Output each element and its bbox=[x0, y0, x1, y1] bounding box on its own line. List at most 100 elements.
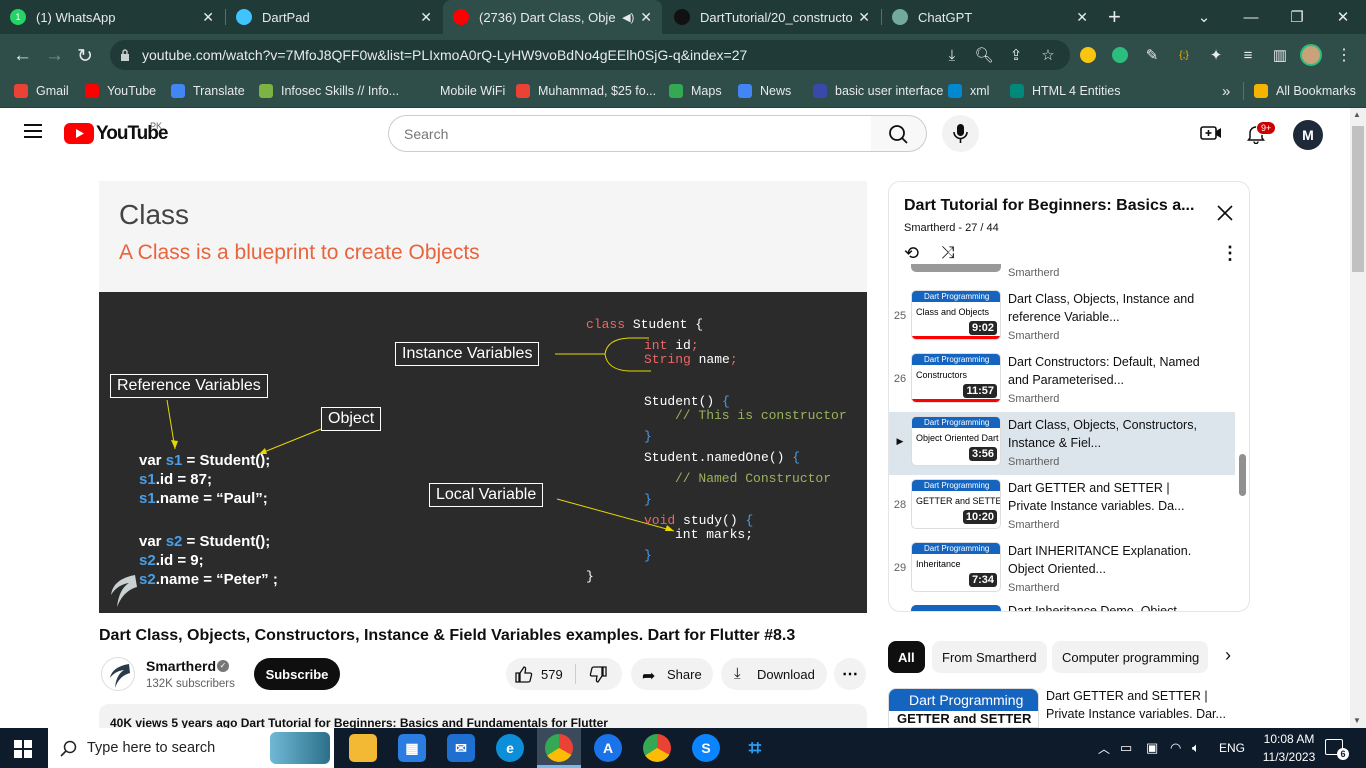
file-explorer-icon[interactable] bbox=[349, 734, 377, 762]
bookmark-item[interactable]: Translate bbox=[171, 82, 245, 100]
zoom-icon[interactable]: 🔍︎ bbox=[974, 45, 994, 65]
browser-tab[interactable]: DartPad ✕ bbox=[226, 0, 442, 34]
reload-icon[interactable]: ↻ bbox=[77, 45, 93, 68]
share-page-icon[interactable]: ⇪ bbox=[1006, 45, 1026, 65]
bookmark-item[interactable]: xml bbox=[948, 82, 989, 100]
channel-name[interactable]: Smartherd bbox=[146, 658, 216, 674]
playlist-item[interactable]: 25 Dart Programming Class and Objects 9:02 D… bbox=[889, 286, 1235, 349]
extension-bulb-icon[interactable] bbox=[1080, 47, 1096, 63]
microsoft-store-icon[interactable]: ▦ bbox=[398, 734, 426, 762]
new-tab-button[interactable]: + bbox=[1108, 5, 1121, 29]
create-video-icon[interactable] bbox=[1200, 124, 1222, 142]
filter-chip[interactable]: All bbox=[888, 641, 925, 673]
volume-icon[interactable]: 🔈︎ bbox=[1192, 740, 1200, 756]
tab-audio-icon[interactable]: ◀) bbox=[622, 11, 634, 24]
search-button[interactable] bbox=[871, 115, 927, 152]
tab-close-icon[interactable]: ✕ bbox=[640, 9, 652, 26]
forward-icon[interactable]: → bbox=[45, 45, 64, 67]
close-playlist-icon[interactable] bbox=[1216, 204, 1234, 222]
playlist-item-thumbnail[interactable]: Dart Programming Inheritance 7:34 bbox=[911, 542, 1001, 592]
browser-tab[interactable]: 1 (1) WhatsApp ✕ bbox=[0, 0, 224, 34]
page-scrollbar-thumb[interactable] bbox=[1352, 126, 1364, 272]
playlist-item[interactable]: 28 Dart Programming GETTER and SETTER 10:20… bbox=[889, 475, 1235, 538]
shuffle-icon[interactable]: ⤨ bbox=[941, 243, 955, 263]
extension-picker-icon[interactable]: ✎ bbox=[1142, 45, 1162, 65]
subscribe-button[interactable]: Subscribe bbox=[254, 658, 340, 690]
site-info-icon[interactable] bbox=[120, 48, 130, 61]
more-actions-icon[interactable]: ⋯ bbox=[834, 658, 866, 690]
clock-time[interactable]: 10:08 AM bbox=[1258, 732, 1320, 746]
hamburger-menu-icon[interactable] bbox=[24, 124, 42, 138]
voice-search-button[interactable] bbox=[942, 115, 979, 152]
playlist-item-thumbnail[interactable]: Dart Programming GETTER and SETTER 10:20 bbox=[911, 479, 1001, 529]
wifi-icon[interactable]: ◠ bbox=[1170, 740, 1181, 756]
edge-icon[interactable]: e bbox=[496, 734, 524, 762]
media-control-icon[interactable]: ≡ bbox=[1238, 45, 1258, 65]
tab-search-icon[interactable]: ⌄ bbox=[1181, 0, 1227, 34]
install-icon[interactable]: ⤓ bbox=[942, 45, 962, 65]
account-avatar[interactable]: M bbox=[1293, 120, 1323, 150]
app-a-icon[interactable]: A bbox=[594, 734, 622, 762]
bookmarks-overflow-icon[interactable]: » bbox=[1222, 82, 1230, 100]
playlist-item[interactable]: 29 Dart Programming Inheritance 7:34 Dart IN… bbox=[889, 538, 1235, 601]
extension-grammarly-icon[interactable] bbox=[1112, 47, 1128, 63]
back-icon[interactable]: ← bbox=[13, 45, 32, 67]
loop-icon[interactable]: ⟲ bbox=[904, 243, 919, 264]
close-window-button[interactable]: ✕ bbox=[1320, 0, 1366, 34]
youtube-logo-icon[interactable] bbox=[64, 123, 94, 144]
side-panel-icon[interactable]: ▥ bbox=[1270, 45, 1290, 65]
skype-icon[interactable]: S bbox=[692, 734, 720, 762]
like-icon[interactable] bbox=[514, 665, 534, 683]
chips-next-icon[interactable]: › bbox=[1215, 645, 1241, 669]
profile-avatar[interactable] bbox=[1300, 44, 1322, 66]
taskbar-search-box[interactable]: Type here to search bbox=[48, 728, 334, 768]
filter-chip[interactable]: Computer programming bbox=[1052, 641, 1208, 673]
description-box[interactable]: 40K views 5 years ago Dart Tutorial for … bbox=[99, 704, 867, 728]
playlist-menu-icon[interactable]: ⋮ bbox=[1221, 243, 1239, 264]
tab-close-icon[interactable]: ✕ bbox=[858, 9, 870, 26]
language-indicator[interactable]: ENG bbox=[1219, 741, 1245, 755]
mail-icon[interactable]: ✉ bbox=[447, 734, 475, 762]
vscode-icon[interactable]: ⌗ bbox=[741, 734, 769, 762]
bookmark-item[interactable]: Gmail bbox=[14, 82, 69, 100]
scroll-down-icon[interactable]: ▼ bbox=[1353, 716, 1361, 725]
playlist-title[interactable]: Dart Tutorial for Beginners: Basics a... bbox=[904, 197, 1194, 215]
partial-video-title[interactable]: Dart Inheritance Demo. Object... bbox=[1008, 604, 1187, 611]
playlist-item-thumbnail[interactable]: Dart Programming Class and Objects 9:02 bbox=[911, 290, 1001, 340]
battery-icon[interactable]: ▭ bbox=[1120, 740, 1132, 756]
search-input[interactable] bbox=[388, 115, 872, 152]
bookmark-item[interactable]: HTML 4 Entities bbox=[1010, 82, 1120, 100]
playlist-item-title[interactable]: Dart Constructors: Default, Named and Pa… bbox=[1008, 353, 1208, 389]
extensions-puzzle-icon[interactable]: ✦ bbox=[1206, 45, 1226, 65]
playlist-item[interactable]: ▶ Dart Programming Object Oriented Dart 3:5… bbox=[889, 412, 1235, 475]
bookmark-star-icon[interactable]: ☆ bbox=[1038, 45, 1058, 65]
all-bookmarks-button[interactable]: All Bookmarks bbox=[1254, 82, 1356, 100]
chrome-icon[interactable] bbox=[545, 734, 573, 762]
tab-close-icon[interactable]: ✕ bbox=[202, 9, 214, 26]
playlist-item[interactable]: 26 Dart Programming Constructors 11:57 Dart … bbox=[889, 349, 1235, 412]
tab-close-icon[interactable]: ✕ bbox=[1076, 9, 1088, 26]
bookmark-item[interactable]: Infosec Skills // Info... bbox=[259, 82, 399, 100]
browser-tab[interactable]: (2736) Dart Class, Objec ◀) ✕ bbox=[443, 0, 662, 34]
recommendation-thumbnail[interactable]: Dart Programming GETTER and SETTER bbox=[888, 688, 1039, 728]
restore-button[interactable]: ❐ bbox=[1274, 0, 1320, 34]
playlist-item-thumbnail[interactable]: Dart Programming Object Oriented Dart 3:56 bbox=[911, 416, 1001, 466]
playlist-item-title[interactable]: Dart Class, Objects, Constructors, Insta… bbox=[1008, 416, 1208, 452]
extension-json-icon[interactable]: {;} bbox=[1174, 45, 1194, 65]
playlist-scrollbar[interactable] bbox=[1239, 454, 1246, 496]
bookmark-item[interactable]: YouTube bbox=[85, 82, 156, 100]
browser-tab[interactable]: DartTutorial/20_constructor ✕ bbox=[664, 0, 880, 34]
playlist-item-title[interactable]: Dart GETTER and SETTER | Private Instanc… bbox=[1008, 479, 1208, 515]
bookmark-item[interactable]: basic user interface bbox=[813, 82, 943, 100]
playlist-item-title[interactable]: Dart INHERITANCE Explanation. Object Ori… bbox=[1008, 542, 1208, 578]
playlist-item-title[interactable]: Dart Class, Objects, Instance and refere… bbox=[1008, 290, 1208, 326]
bookmark-item[interactable]: Muhammad, $25 fo... bbox=[516, 82, 656, 100]
clock-date[interactable]: 11/3/2023 bbox=[1258, 750, 1320, 764]
tray-overflow-icon[interactable]: ︿ bbox=[1098, 740, 1110, 757]
browser-tab[interactable]: ChatGPT ✕ bbox=[882, 0, 1098, 34]
like-count[interactable]: 579 bbox=[541, 667, 563, 682]
chrome-profile-icon[interactable] bbox=[643, 734, 671, 762]
video-player[interactable]: Class A Class is a blueprint to create O… bbox=[99, 181, 867, 613]
dislike-icon[interactable] bbox=[588, 666, 608, 684]
recommendation-title[interactable]: Dart GETTER and SETTER | Private Instanc… bbox=[1046, 687, 1236, 723]
